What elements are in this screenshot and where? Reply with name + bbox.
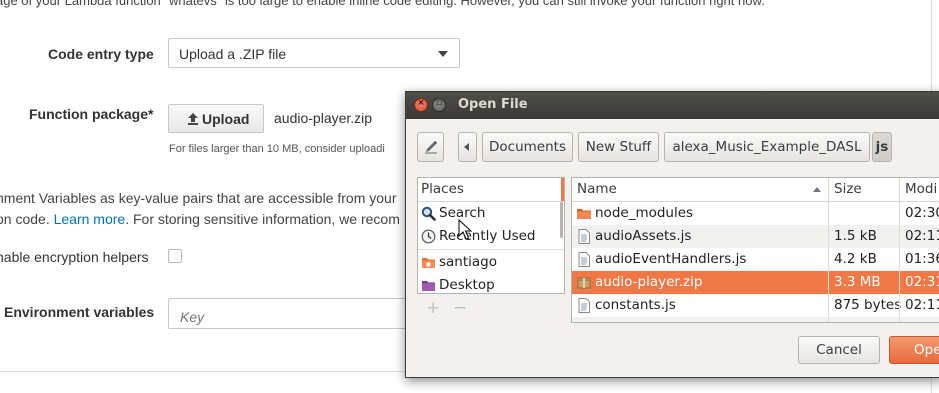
dialog-title: Open File: [458, 97, 528, 112]
path-button-new-stuff[interactable]: New Stuff: [578, 132, 659, 162]
file-row-audio-assets[interactable]: audioAssets.js 1.5 kB 02:11: [572, 225, 939, 248]
places-scrollbar[interactable]: [560, 202, 563, 238]
encryption-helpers-label: nable encryption helpers: [0, 249, 149, 265]
close-button[interactable]: ×: [414, 98, 428, 112]
path-button-label: Documents: [489, 139, 566, 155]
place-item-desktop[interactable]: Desktop: [418, 274, 564, 293]
path-button-js[interactable]: js: [872, 132, 892, 162]
place-item-search[interactable]: Search: [418, 202, 564, 225]
column-header-modified[interactable]: Modi: [900, 178, 939, 201]
code-entry-type-label: Code entry type: [48, 46, 154, 62]
env-description-prefix: on code.: [0, 211, 50, 227]
places-header-label: Places: [421, 181, 464, 197]
learn-more-link[interactable]: Learn more: [54, 211, 126, 227]
pencil-icon: [425, 141, 437, 154]
file-size: 3.3 MB: [834, 274, 881, 290]
env-key-input[interactable]: [168, 298, 428, 329]
environment-variables-label: Environment variables: [4, 304, 155, 320]
type-location-button[interactable]: [417, 132, 444, 162]
file-list-header: Name Size Modi: [572, 178, 939, 202]
file-modified: 01:36: [905, 251, 939, 267]
column-header-size[interactable]: Size: [829, 178, 900, 201]
cancel-button-label: Cancel: [816, 342, 862, 358]
file-row-partial[interactable]: [572, 317, 939, 322]
file-modified: 02:11: [905, 228, 939, 244]
close-icon: ×: [417, 98, 425, 108]
file-name: constants.js: [595, 297, 676, 313]
file-name: audioEventHandlers.js: [595, 251, 747, 267]
path-button-alexa-music[interactable]: alexa_Music_Example_DASL: [664, 132, 870, 162]
file-modified: 02:11: [905, 297, 939, 313]
magnifier-icon: [421, 206, 436, 221]
column-header-label: Name: [577, 181, 617, 197]
place-item-santiago[interactable]: santiago: [418, 251, 564, 274]
text-file-icon: [578, 298, 590, 313]
arrow-left-icon: [464, 143, 469, 151]
file-list: Name Size Modi node_modules 02:30: [571, 177, 939, 323]
path-button-label: js: [875, 139, 889, 155]
file-row-constants[interactable]: constants.js 875 bytes 02:11: [572, 294, 939, 317]
cancel-button[interactable]: Cancel: [798, 336, 880, 364]
open-file-dialog: × ▫ Open File Documents New Stuff alexa_…: [405, 91, 939, 378]
path-button-label: New Stuff: [585, 139, 652, 155]
remove-place-button[interactable]: −: [453, 298, 467, 318]
clock-icon: [421, 229, 436, 244]
column-rule: [899, 202, 900, 322]
text-file-icon: [578, 252, 590, 267]
desktop-folder-icon: [422, 281, 435, 291]
places-separator: [418, 249, 564, 250]
column-header-name[interactable]: Name: [572, 178, 829, 201]
file-size: 1.5 kB: [834, 228, 877, 244]
place-item-label: santiago: [439, 254, 498, 270]
minimize-button[interactable]: ▫: [432, 98, 446, 112]
column-accent: [561, 178, 564, 201]
code-entry-type-value: Upload a .ZIP file: [179, 46, 287, 62]
file-size: 4.2 kB: [834, 251, 877, 267]
place-item-label: Recently Used: [439, 228, 536, 244]
file-name: audio-player.zip: [595, 274, 703, 290]
file-modified: 02:31: [905, 274, 939, 290]
path-button-documents[interactable]: Documents: [482, 132, 573, 162]
function-package-filename: audio-player.zip: [274, 110, 373, 126]
file-name: audioAssets.js: [595, 228, 692, 244]
code-size-warning: age of your Lambda function "whatevs" is…: [0, 0, 765, 8]
place-item-label: Desktop: [439, 277, 495, 293]
env-description-line1: nment Variables as key-value pairs that …: [0, 190, 397, 206]
caret-down-icon: [438, 51, 448, 57]
sort-ascending-icon: [813, 187, 821, 192]
minimize-icon: ▫: [435, 98, 443, 108]
encryption-helpers-checkbox[interactable]: [168, 249, 182, 263]
text-file-icon: [578, 229, 590, 244]
file-row-audio-player-zip[interactable]: audio-player.zip 3.3 MB 02:31: [572, 271, 939, 294]
upload-icon: [188, 113, 198, 125]
add-place-button[interactable]: +: [426, 298, 440, 318]
open-button-label: Open: [914, 342, 939, 358]
file-modified: 02:30: [905, 205, 939, 221]
upload-button[interactable]: Upload: [168, 104, 264, 133]
file-row-node-modules[interactable]: node_modules 02:30: [572, 202, 939, 225]
code-entry-type-select[interactable]: Upload a .ZIP file: [168, 38, 460, 68]
file-size: 875 bytes: [834, 297, 902, 313]
path-button-label: alexa_Music_Example_DASL: [672, 139, 862, 155]
column-rule: [828, 202, 829, 322]
place-item-recently-used[interactable]: Recently Used: [418, 225, 564, 248]
upload-button-label: Upload: [202, 111, 250, 127]
open-button[interactable]: Open: [889, 336, 939, 364]
file-row-audio-event-handlers[interactable]: audioEventHandlers.js 4.2 kB 01:36: [572, 248, 939, 271]
folder-icon: [577, 209, 591, 219]
large-file-hint: For files larger than 10 MB, consider up…: [169, 143, 385, 155]
path-back-button[interactable]: [458, 132, 477, 162]
home-folder-icon: [422, 258, 435, 268]
file-name: node_modules: [595, 205, 694, 221]
function-package-label: Function package*: [29, 106, 154, 122]
dialog-titlebar[interactable]: × ▫ Open File: [406, 92, 939, 119]
env-description-suffix: . For storing sensitive information, we …: [125, 211, 400, 227]
mouse-pointer-icon: [458, 219, 472, 240]
archive-icon: [577, 277, 591, 289]
column-header-label: Size: [834, 181, 862, 197]
places-header[interactable]: Places: [418, 178, 564, 202]
column-header-label: Modi: [905, 181, 938, 197]
env-description-line2: on code. Learn more. For storing sensiti…: [0, 211, 400, 227]
places-sidebar: Places Search Recently Used santiago Des…: [417, 177, 565, 294]
